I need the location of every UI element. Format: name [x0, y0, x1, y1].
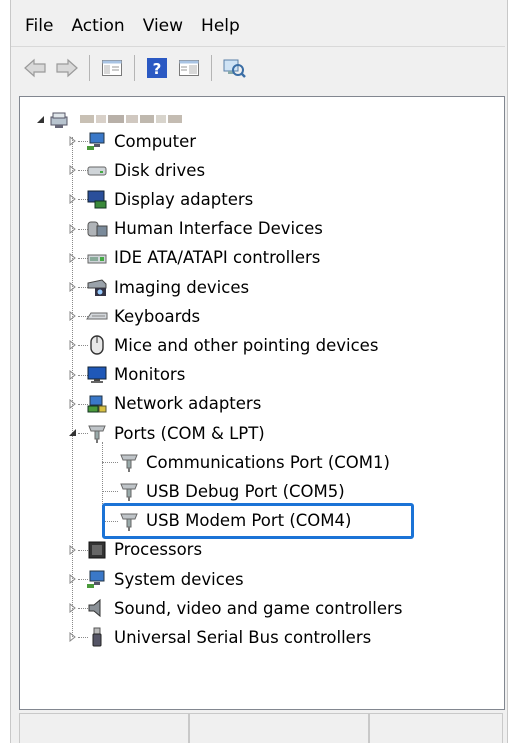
- tree-item-label: Disk drives: [114, 160, 206, 180]
- disk-drive-icon: [87, 166, 107, 176]
- computer-root-icon: [50, 112, 68, 128]
- expand-arrow-icon[interactable]: [68, 340, 78, 351]
- port-icon: [120, 454, 138, 473]
- tree-item-label: Keyboards: [114, 306, 201, 326]
- properties-icon[interactable]: [175, 54, 203, 82]
- hid-icon: [87, 221, 108, 237]
- collapse-arrow-icon[interactable]: [68, 428, 78, 438]
- mouse-icon: [90, 335, 104, 356]
- tree-line: [72, 137, 73, 637]
- status-cell: [369, 713, 503, 743]
- tree-item-label: Mice and other pointing devices: [114, 335, 379, 355]
- port-icon: [120, 483, 138, 502]
- port-item[interactable]: Communications Port (COM1): [118, 448, 390, 476]
- menu-file[interactable]: File: [11, 8, 62, 44]
- display-adapter-icon: [87, 190, 107, 209]
- tree-item[interactable]: Disk drives: [86, 156, 205, 184]
- keyboard-icon: [86, 312, 108, 320]
- computer-icon: [87, 132, 105, 150]
- redacted-computer-name: [80, 115, 182, 123]
- tree-item-label: USB Debug Port (COM5): [146, 481, 345, 501]
- status-cell: [189, 713, 369, 743]
- monitor-icon: [87, 366, 107, 383]
- speaker-icon: [88, 599, 101, 618]
- toolbar-separator: [211, 54, 212, 81]
- status-bar: [19, 713, 503, 743]
- show-hide-console-tree-icon[interactable]: [98, 54, 126, 82]
- tree-item-label: Human Interface Devices: [114, 219, 323, 239]
- tree-item[interactable]: Sound, video and game controllers: [86, 594, 402, 622]
- tree-item-label: Ports (COM & LPT): [114, 423, 265, 443]
- tree-item-label: Sound, video and game controllers: [114, 598, 403, 618]
- tree-item[interactable]: Computer: [86, 127, 196, 155]
- port-item[interactable]: USB Debug Port (COM5): [118, 477, 345, 505]
- tree-item[interactable]: Monitors: [86, 361, 185, 389]
- expand-arrow-icon[interactable]: [68, 165, 78, 176]
- status-cell: [19, 713, 189, 743]
- tree-line: [102, 491, 118, 493]
- tree-item[interactable]: Universal Serial Bus controllers: [86, 623, 371, 651]
- expand-arrow-icon[interactable]: [68, 194, 78, 205]
- tree-item-label: Monitors: [114, 365, 186, 385]
- processor-icon: [88, 541, 106, 559]
- forward-icon[interactable]: [53, 54, 81, 82]
- tree-item-label: Communications Port (COM1): [146, 452, 390, 472]
- expand-arrow-icon[interactable]: [68, 632, 78, 643]
- tree-item-label: IDE ATA/ATAPI controllers: [114, 248, 321, 268]
- imaging-device-icon: [87, 279, 107, 296]
- menu-action[interactable]: Action: [62, 8, 133, 44]
- tree-item[interactable]: Ports (COM & LPT): [86, 419, 265, 447]
- port-icon: [88, 425, 106, 443]
- tree-item-label: Display adapters: [114, 189, 254, 209]
- tree-item-label: Computer: [114, 131, 197, 151]
- ide-controller-icon: [87, 254, 107, 264]
- tree-item[interactable]: Keyboards: [86, 302, 200, 330]
- tree-item-label: Processors: [114, 540, 203, 560]
- svg-text:?: ?: [153, 60, 162, 78]
- expand-arrow-icon[interactable]: [68, 574, 78, 584]
- expand-arrow-icon[interactable]: [68, 544, 78, 555]
- back-icon[interactable]: [21, 54, 49, 82]
- tree-line: [102, 462, 118, 464]
- network-adapter-icon: [87, 395, 107, 413]
- menu-help[interactable]: Help: [192, 8, 249, 44]
- expand-arrow-icon[interactable]: [68, 252, 78, 263]
- tree-item-label: Imaging devices: [114, 277, 250, 297]
- tree-item-label: Universal Serial Bus controllers: [114, 627, 372, 647]
- collapse-arrow-icon[interactable]: [36, 115, 46, 125]
- help-icon[interactable]: ?: [143, 54, 171, 82]
- usb-icon: [92, 627, 102, 647]
- tree-item-label: System devices: [114, 569, 244, 589]
- expand-arrow-icon[interactable]: [68, 311, 78, 322]
- expand-arrow-icon[interactable]: [68, 282, 78, 292]
- tree-item[interactable]: System devices: [86, 565, 244, 593]
- tree-item-label: Network adapters: [114, 394, 262, 414]
- tree-item[interactable]: IDE ATA/ATAPI controllers: [86, 244, 320, 272]
- system-device-icon: [87, 570, 105, 588]
- toolbar-separator: [134, 54, 135, 81]
- device-manager-window: File Action View Help ? Computer Disk dr…: [10, 0, 508, 743]
- expand-arrow-icon[interactable]: [68, 223, 78, 234]
- tree-item[interactable]: Human Interface Devices: [86, 215, 323, 243]
- expand-arrow-icon[interactable]: [68, 369, 78, 380]
- tree-item[interactable]: Mice and other pointing devices: [86, 331, 378, 359]
- menu-bar: File Action View Help: [11, 8, 249, 44]
- tree-item[interactable]: Network adapters: [86, 390, 261, 418]
- scan-hardware-icon[interactable]: [220, 54, 248, 82]
- highlight-box: [102, 503, 414, 539]
- toolbar: ?: [11, 46, 505, 88]
- expand-arrow-icon[interactable]: [68, 398, 78, 409]
- toolbar-separator: [89, 54, 90, 81]
- menu-view[interactable]: View: [134, 8, 192, 44]
- tree-item[interactable]: Display adapters: [86, 185, 253, 213]
- expand-arrow-icon[interactable]: [68, 603, 78, 614]
- tree-item[interactable]: Processors: [86, 536, 202, 564]
- expand-arrow-icon[interactable]: [68, 136, 78, 146]
- tree-item[interactable]: Imaging devices: [86, 273, 249, 301]
- device-tree: Computer Disk drives Display adapters Human…: [19, 96, 505, 710]
